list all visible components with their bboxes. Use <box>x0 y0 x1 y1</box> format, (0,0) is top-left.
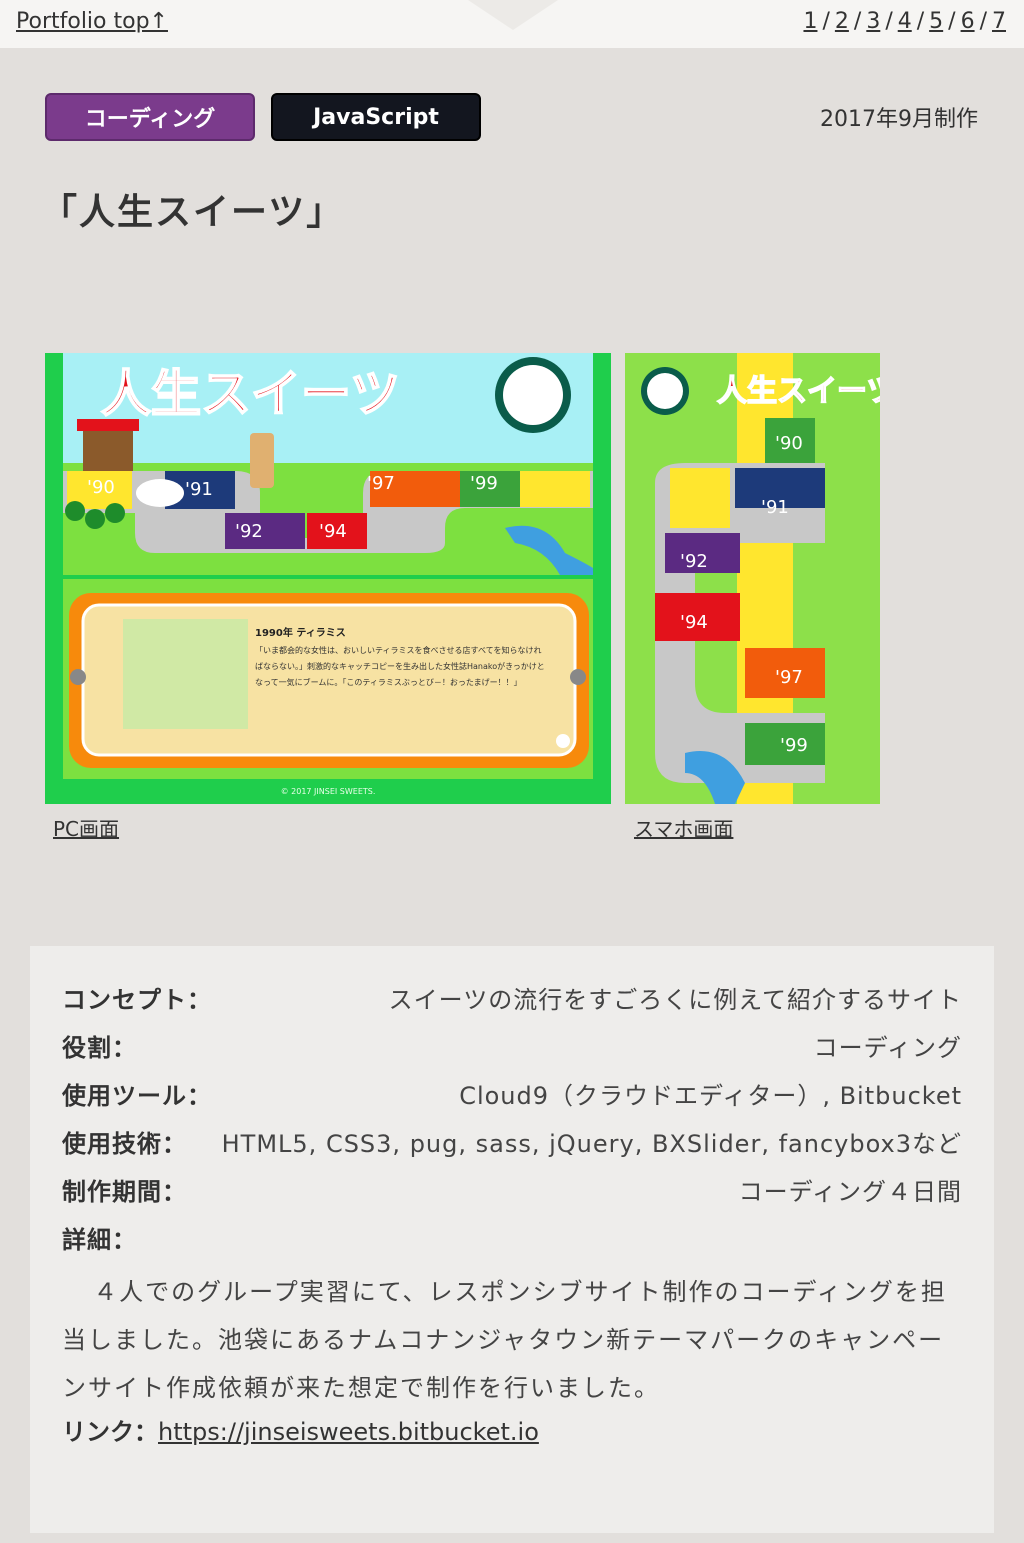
year-label: '94 <box>319 521 347 542</box>
detail-key: 使用ツール： <box>62 1082 212 1110</box>
portfolio-top-link[interactable]: Portfolio top↑ <box>16 9 168 34</box>
smartphone-screen-link[interactable]: スマホ画面 <box>634 813 733 842</box>
detail-row-concept: コンセプト： スイーツの流行をすごろくに例えて紹介するサイト <box>62 980 962 1028</box>
page-separator: / <box>885 9 893 34</box>
copyright-text: © 2017 JINSEI SWEETS. <box>281 787 376 796</box>
top-bar: Portfolio top↑ 1/ 2/ 3/ 4/ 5/ 6/ 7 <box>0 0 1024 48</box>
chevron-down-icon <box>468 0 558 30</box>
tag-coding: コーディング <box>45 93 255 141</box>
production-date: 2017年9月制作 <box>820 107 978 132</box>
detail-key: 使用技術： <box>62 1130 187 1158</box>
page-separator: / <box>979 9 987 34</box>
work-details: コンセプト： スイーツの流行をすごろくに例えて紹介するサイト 役割： コーディン… <box>30 946 994 1533</box>
description-text: ４人でのグループ実習にて、レスポンシブサイト制作のコーディングを担当しました。池… <box>62 1278 947 1402</box>
page-link-7[interactable]: 7 <box>992 9 1006 34</box>
page-navigation: 1/ 2/ 3/ 4/ 5/ 6/ 7 <box>803 9 1006 34</box>
popup-text: 「いま都会的な女性は、おいしいティラミスを食べさせる店すべてを知らなければならな… <box>255 646 545 687</box>
page-link-1[interactable]: 1 <box>803 9 817 34</box>
page-separator: / <box>853 9 862 34</box>
tag-javascript: JavaScript <box>271 93 481 141</box>
year-label: '90 <box>775 433 803 454</box>
detail-value: Cloud9（クラウドエディター）, Bitbucket <box>459 1082 962 1110</box>
page-link-5[interactable]: 5 <box>929 9 943 34</box>
page-link-3[interactable]: 3 <box>866 9 880 34</box>
work-title: 「人生スイーツ」 <box>41 192 345 233</box>
work-card: コーディング JavaScript 2017年9月制作 「人生スイーツ」 人生ス… <box>15 63 1009 1543</box>
detail-row-description: 詳細： <box>62 1220 962 1268</box>
detail-row-role: 役割： コーディング <box>62 1028 962 1076</box>
detail-value: HTML5, CSS3, pug, sass, jQuery, BXSlider… <box>221 1130 962 1158</box>
year-label: '99 <box>470 473 498 494</box>
detail-value: コーディング４日間 <box>738 1178 962 1206</box>
page-separator: / <box>948 9 956 34</box>
year-label: '91 <box>185 479 213 500</box>
detail-key: 制作期間： <box>62 1178 187 1206</box>
detail-key: 役割： <box>62 1034 137 1062</box>
detail-key: コンセプト： <box>62 986 212 1014</box>
logo-text: 人生スイーツ <box>717 374 880 409</box>
detail-value: スイーツの流行をすごろくに例えて紹介するサイト <box>388 986 962 1014</box>
popup-title: 1990年 ティラミス <box>255 626 346 639</box>
page-separator: / <box>822 9 830 34</box>
year-label: '97 <box>367 473 395 494</box>
detail-row-technologies: 使用技術： HTML5, CSS3, pug, sass, jQuery, BX… <box>62 1124 962 1172</box>
year-label: '92 <box>680 551 708 572</box>
pc-screen-link[interactable]: PC画面 <box>53 813 119 842</box>
detail-row-tools: 使用ツール： Cloud9（クラウドエディター）, Bitbucket <box>62 1076 962 1124</box>
site-link[interactable]: https://jinseisweets.bitbucket.io <box>158 1418 539 1446</box>
pc-screenshot[interactable]: 人生スイーツ '90 '91 '92 '94 '97 '99 1990年 ティラ… <box>45 353 611 804</box>
detail-value: コーディング <box>813 1034 962 1062</box>
year-label: '91 <box>761 497 789 518</box>
year-label: '94 <box>680 612 708 633</box>
page-link-2[interactable]: 2 <box>835 9 849 34</box>
smartphone-screenshot[interactable]: 人生スイーツ '90 '91 '92 '94 '97 '99 <box>625 353 880 804</box>
logo-text: 人生スイーツ <box>101 365 400 423</box>
year-label: '97 <box>775 667 803 688</box>
detail-key: 詳細： <box>62 1226 137 1254</box>
page-link-6[interactable]: 6 <box>961 9 975 34</box>
detail-key: リンク： <box>62 1418 158 1446</box>
page-separator: / <box>916 9 925 34</box>
year-label: '90 <box>87 477 115 498</box>
year-label: '99 <box>780 735 808 756</box>
page-link-4[interactable]: 4 <box>898 9 912 34</box>
year-label: '92 <box>235 521 263 542</box>
detail-row-link: リンク： https://jinseisweets.bitbucket.io <box>62 1412 962 1460</box>
detail-row-period: 制作期間： コーディング４日間 <box>62 1172 962 1220</box>
